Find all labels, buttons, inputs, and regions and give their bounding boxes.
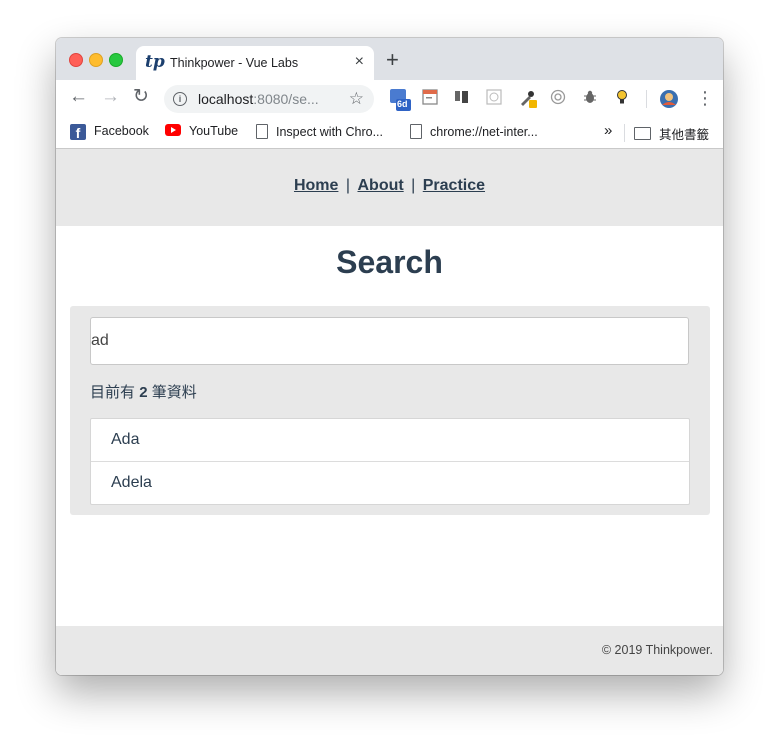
extension-eyedropper-icon[interactable] (518, 89, 537, 108)
forward-arrow-icon[interactable]: → (101, 87, 120, 106)
nav-link-practice[interactable]: Practice (423, 177, 485, 194)
page-footer: © 2019 Thinkpower. (56, 626, 723, 675)
extension-lightbulb-icon[interactable] (614, 89, 632, 107)
result-count: 目前有 2 筆資料 (90, 384, 197, 401)
tab-title: Thinkpower - Vue Labs (170, 56, 299, 70)
site-info-icon[interactable]: i (173, 92, 187, 106)
bookmark-star-icon[interactable]: ☆ (349, 89, 364, 109)
close-tab-icon[interactable]: × (355, 53, 364, 71)
page-icon (410, 124, 422, 139)
nav-link-about[interactable]: About (357, 177, 403, 194)
list-item[interactable]: Adela (91, 462, 689, 504)
facebook-icon: f (70, 124, 86, 141)
toolbar-divider (646, 90, 647, 108)
nav-link-home[interactable]: Home (294, 177, 338, 194)
site-nav: Home | About | Practice (56, 149, 723, 226)
tab-strip: tp Thinkpower - Vue Labs × + (56, 38, 723, 80)
copyright-text: © 2019 Thinkpower. (601, 643, 713, 657)
extension-grid-icon[interactable] (486, 89, 504, 107)
minimize-window-button[interactable] (89, 53, 103, 67)
address-bar[interactable]: i localhost:8080/se... ☆ (164, 85, 374, 113)
bookmark-facebook[interactable]: f Facebook (70, 124, 149, 141)
page-title: Search (336, 244, 443, 280)
profile-avatar-icon[interactable] (659, 89, 678, 108)
result-list: Ada Adela (90, 418, 690, 505)
browser-menu-icon[interactable]: ⋮ (696, 88, 714, 109)
extension-badge: 6d (397, 99, 408, 109)
reload-icon[interactable]: ↻ (133, 87, 149, 106)
list-item[interactable]: Ada (91, 419, 689, 462)
new-tab-button[interactable]: + (386, 49, 399, 71)
bookmark-net-internals[interactable]: chrome://net-inter... (410, 124, 538, 139)
bookmarks-bar: f Facebook YouTube Inspect with Chro... c… (56, 118, 723, 149)
extension-bug-icon[interactable] (582, 89, 600, 107)
extension-window-icon[interactable] (422, 89, 440, 107)
page-content: Home | About | Practice Search 目前有 2 筆資料… (56, 149, 723, 675)
extension-calendar-icon[interactable]: 6d (390, 89, 411, 111)
extension-target-icon[interactable] (550, 89, 568, 107)
thinkpower-favicon-icon: tp (145, 52, 165, 72)
bookmark-other-folder[interactable]: 其他書籤 (634, 124, 709, 143)
close-window-button[interactable] (69, 53, 83, 67)
back-arrow-icon[interactable]: ← (69, 87, 88, 106)
nav-separator: | (411, 177, 416, 194)
search-panel: 目前有 2 筆資料 Ada Adela (70, 306, 710, 515)
folder-icon (634, 127, 651, 140)
browser-window: tp Thinkpower - Vue Labs × + ← → ↻ i loc… (56, 38, 723, 675)
page-icon (256, 124, 268, 139)
result-count-number: 2 (139, 384, 148, 401)
maximize-window-button[interactable] (109, 53, 123, 67)
url-text[interactable]: localhost:8080/se... (198, 91, 319, 107)
bookmarks-overflow-chevron-icon[interactable]: » (604, 122, 612, 139)
extension-panels-icon[interactable] (454, 89, 472, 107)
bookmarks-divider (624, 124, 625, 142)
nav-separator: | (345, 177, 351, 194)
search-input[interactable] (90, 317, 689, 365)
bookmark-youtube[interactable]: YouTube (165, 124, 238, 138)
browser-toolbar: ← → ↻ i localhost:8080/se... ☆ 6d ⋮ (56, 80, 723, 118)
bookmark-inspect[interactable]: Inspect with Chro... (256, 124, 383, 139)
active-tab[interactable]: tp Thinkpower - Vue Labs × (136, 46, 374, 80)
youtube-icon (165, 124, 181, 136)
